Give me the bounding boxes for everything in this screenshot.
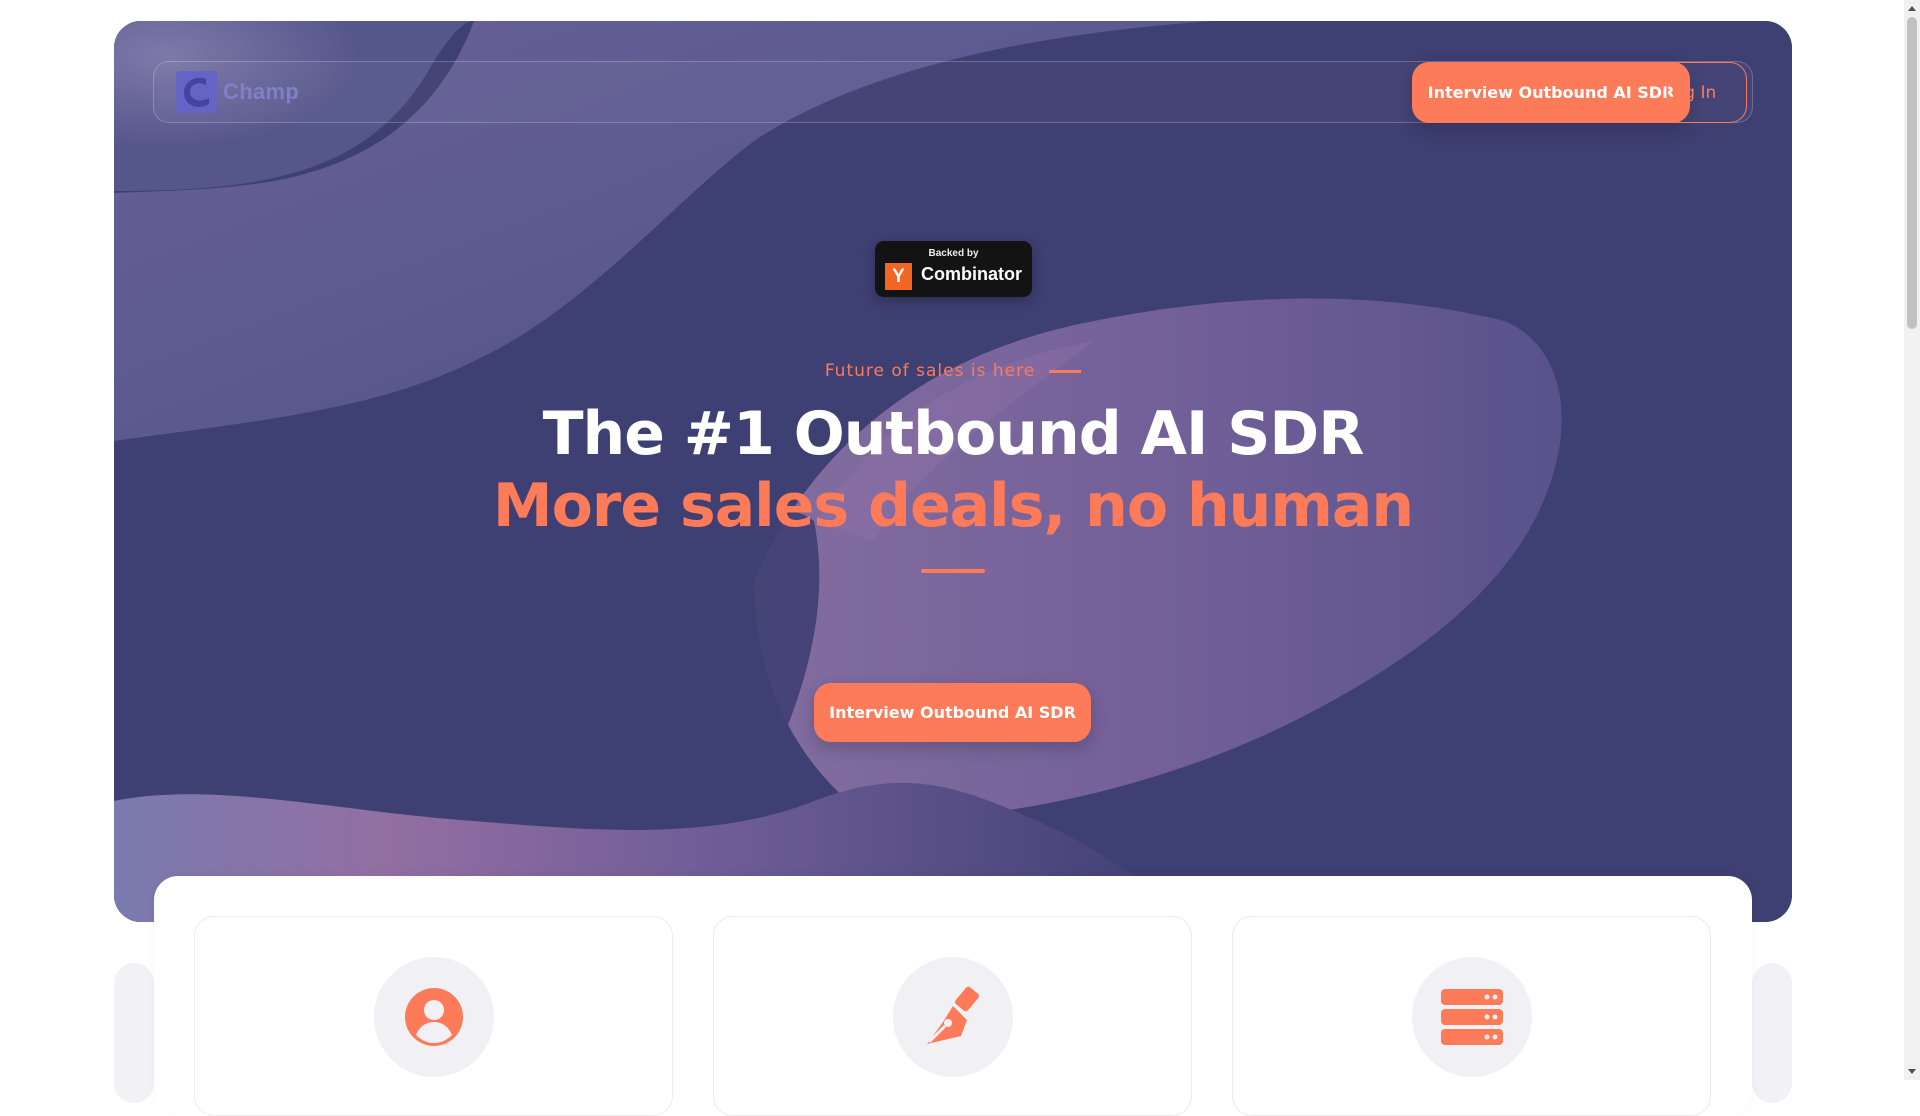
brand-name: Champ: [223, 79, 300, 104]
champ-logo[interactable]: Champ: [176, 71, 299, 113]
navbar: Champ Interview Outbound AI SDR Log In: [153, 61, 1753, 123]
champ-logo-icon: [176, 71, 217, 113]
hero-interview-button[interactable]: Interview Outbound AI SDR: [814, 683, 1091, 742]
eyebrow-text: Future of sales is here: [824, 361, 1036, 381]
user-icon: [405, 988, 463, 1046]
yc-logo-icon: Y: [885, 263, 912, 290]
left-side-panel: [114, 963, 154, 1103]
hero-section: Champ Interview Outbound AI SDR Log In B…: [114, 21, 1792, 922]
right-side-panel: [1752, 963, 1792, 1103]
server-icon: [1441, 989, 1503, 1045]
page-scrollbar[interactable]: [1904, 0, 1920, 1080]
login-button[interactable]: Log In: [1634, 62, 1747, 123]
feature-icon-circle: [893, 957, 1013, 1077]
feature-icon-circle: [374, 957, 494, 1077]
hero-eyebrow: Future of sales is here: [114, 361, 1792, 381]
yc-backed-badge: Backed by Y Combinator: [875, 241, 1032, 297]
feature-icon-circle: [1412, 957, 1532, 1077]
hero-title-line2: More sales deals, no human: [492, 471, 1414, 541]
scrollbar-thumb[interactable]: [1907, 17, 1917, 329]
title-underline: [921, 569, 985, 573]
scroll-up-arrow-icon[interactable]: [1904, 0, 1920, 16]
feature-card-2: [713, 916, 1192, 1116]
feature-card-1: [194, 916, 673, 1116]
badge-combinator-text: Combinator: [921, 264, 1022, 284]
feature-card-3: [1232, 916, 1711, 1116]
hero-title-line1: The #1 Outbound AI SDR: [542, 399, 1365, 469]
features-section: [154, 876, 1752, 1116]
badge-backed-by-text: Backed by: [928, 248, 979, 259]
scroll-down-arrow-icon[interactable]: [1904, 1064, 1920, 1080]
pen-nib-icon: [927, 986, 979, 1044]
eyebrow-dash: [1049, 369, 1082, 373]
